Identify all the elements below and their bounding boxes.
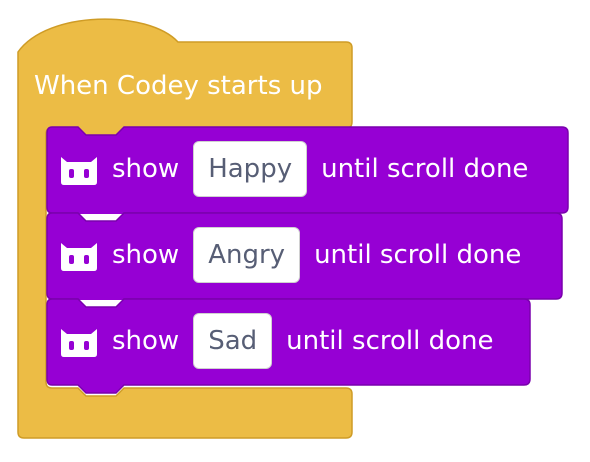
show-until-scroll-done-block[interactable]: show Sad until scroll done bbox=[46, 298, 532, 394]
emotion-field-angry[interactable]: Angry bbox=[193, 227, 301, 283]
show-label: show bbox=[112, 154, 180, 184]
codey-robot-icon bbox=[61, 243, 97, 271]
show-label: show bbox=[112, 326, 180, 356]
hat-block-label: When Codey starts up bbox=[34, 71, 323, 101]
show-until-scroll-done-block[interactable]: show Angry until scroll done bbox=[46, 212, 564, 300]
emotion-field-happy[interactable]: Happy bbox=[193, 141, 308, 197]
until-scroll-done-label: until scroll done bbox=[321, 154, 529, 184]
until-scroll-done-label: until scroll done bbox=[286, 326, 494, 356]
show-label: show bbox=[112, 240, 180, 270]
show-until-scroll-done-block[interactable]: show Happy until scroll done bbox=[46, 126, 570, 214]
codey-robot-icon bbox=[61, 157, 97, 185]
script-canvas: When Codey starts up show Happy until sc… bbox=[0, 0, 590, 462]
until-scroll-done-label: until scroll done bbox=[314, 240, 522, 270]
emotion-field-sad[interactable]: Sad bbox=[193, 313, 273, 369]
codey-robot-icon bbox=[61, 329, 97, 357]
